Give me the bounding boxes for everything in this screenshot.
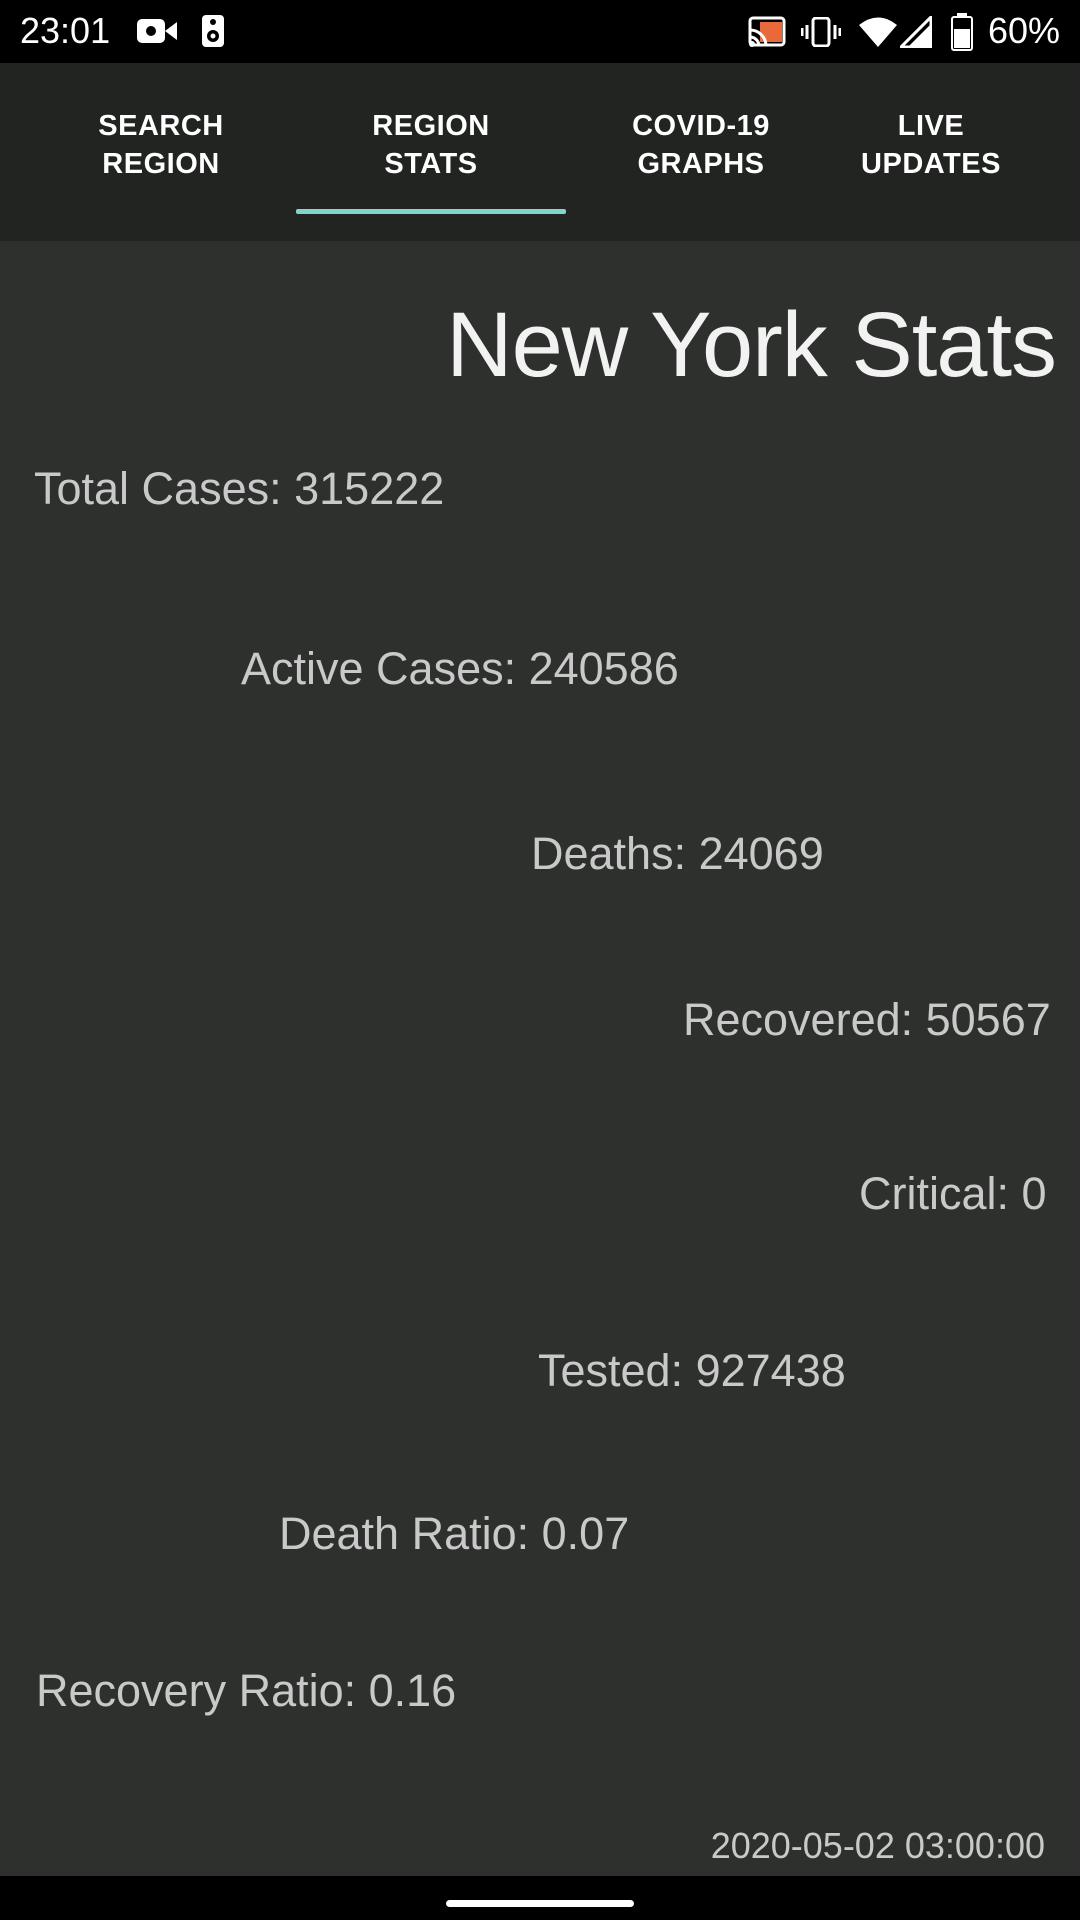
tab-search-region[interactable]: SEARCH REGION bbox=[26, 63, 296, 241]
wifi-icon bbox=[858, 16, 898, 53]
page-title: New York Stats bbox=[446, 294, 1057, 396]
tab-label: REGION STATS bbox=[372, 110, 490, 180]
critical-stat: Critical: 0 bbox=[859, 1168, 1047, 1219]
selected-tab-indicator bbox=[296, 209, 566, 214]
recovered-stat: Recovered: 50567 bbox=[683, 994, 1051, 1045]
cast-icon bbox=[748, 16, 786, 53]
status-time: 23:01 bbox=[20, 10, 111, 51]
navigation-bar bbox=[0, 1876, 1080, 1920]
tab-region-stats[interactable]: REGION STATS bbox=[296, 63, 566, 241]
tab-live-updates[interactable]: LIVE UPDATES bbox=[836, 63, 1080, 241]
recovery-ratio-stat: Recovery Ratio: 0.16 bbox=[36, 1665, 457, 1716]
death-ratio-stat: Death Ratio: 0.07 bbox=[279, 1508, 630, 1559]
tab-label: LIVE UPDATES bbox=[861, 110, 1001, 180]
home-gesture-handle[interactable] bbox=[446, 1900, 634, 1907]
vibrate-icon bbox=[800, 16, 842, 52]
tab-covid-19-graphs[interactable]: COVID-19 GRAPHS bbox=[566, 63, 836, 241]
total-cases-stat: Total Cases: 315222 bbox=[34, 463, 445, 514]
tab-label: SEARCH REGION bbox=[98, 110, 224, 180]
video-camera-icon bbox=[137, 17, 179, 50]
status-bar: 23:01 60% bbox=[0, 0, 1080, 63]
battery-percent: 60% bbox=[987, 10, 1060, 51]
battery-icon bbox=[951, 13, 973, 56]
active-cases-stat: Active Cases: 240586 bbox=[241, 643, 679, 694]
speaker-icon bbox=[201, 14, 225, 53]
cell-signal-icon bbox=[897, 13, 933, 53]
tab-bar: SEARCH REGION REGION STATS COVID-19 GRAP… bbox=[0, 63, 1080, 241]
last-updated-timestamp: 2020-05-02 03:00:00 bbox=[710, 1825, 1045, 1866]
tested-stat: Tested: 927438 bbox=[538, 1345, 846, 1396]
tab-label: COVID-19 GRAPHS bbox=[632, 110, 770, 180]
deaths-stat: Deaths: 24069 bbox=[531, 828, 824, 879]
app-screen: 23:01 60% SEARCH REGION REGION STATS COV… bbox=[0, 0, 1080, 1920]
